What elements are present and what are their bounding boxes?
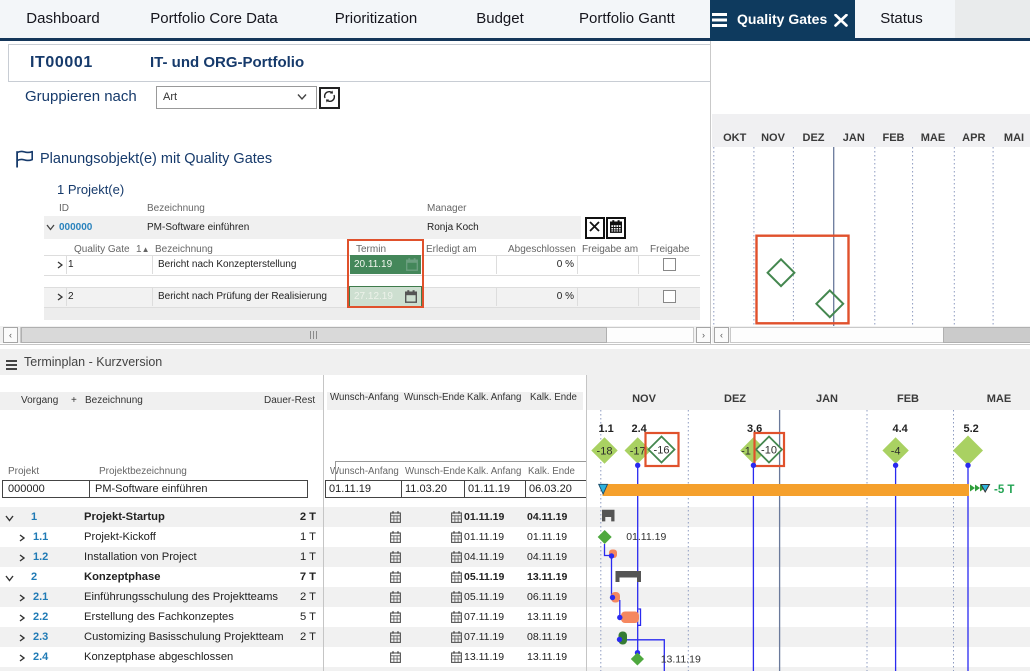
svg-text:13.11.19: 13.11.19 [661,654,701,666]
svg-text:-10: -10 [761,445,777,457]
svg-text:-18: -18 [597,446,613,458]
svg-text:01.11.19: 01.11.19 [626,531,666,543]
svg-text:DEZ: DEZ [803,132,825,144]
svg-text:APR: APR [962,132,985,144]
svg-text:-17: -17 [630,446,646,458]
svg-text:5.2: 5.2 [964,423,979,435]
svg-text:-4: -4 [891,446,901,458]
svg-text:-5 T: -5 T [994,484,1014,496]
svg-text:NOV: NOV [761,132,786,144]
svg-text:MAI: MAI [1004,132,1024,144]
svg-text:-16: -16 [654,445,670,457]
svg-text:1.1: 1.1 [599,423,614,435]
svg-text:4.4: 4.4 [893,423,909,435]
svg-text:JAN: JAN [843,132,865,144]
svg-text:-1: -1 [741,446,751,458]
svg-text:MAE: MAE [921,132,945,144]
svg-text:FEB: FEB [883,132,905,144]
svg-text:OKT: OKT [723,132,747,144]
